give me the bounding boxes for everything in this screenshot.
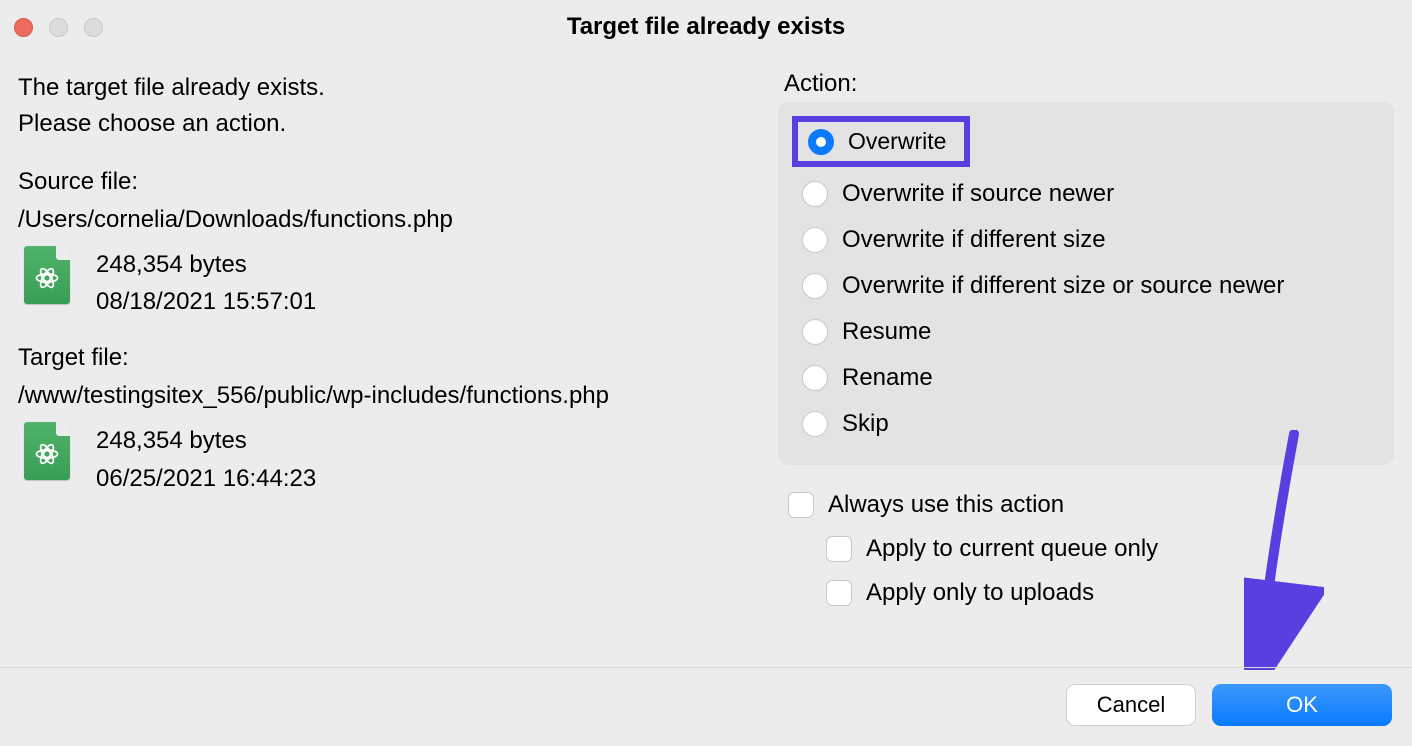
- action-group-label: Action:: [778, 70, 1394, 98]
- cancel-button[interactable]: Cancel: [1066, 684, 1196, 726]
- traffic-lights: [14, 18, 103, 37]
- file-icon: [24, 422, 70, 480]
- window-title: Target file already exists: [0, 13, 1412, 41]
- source-file-label: Source file:: [18, 168, 758, 196]
- message-line-1: The target file already exists.: [18, 70, 758, 106]
- message-line-2: Please choose an action.: [18, 106, 758, 142]
- radio-overwrite-if-different-or-newer-label: Overwrite if different size or source ne…: [842, 272, 1284, 300]
- ok-button[interactable]: OK: [1212, 684, 1392, 726]
- radio-resume[interactable]: [802, 319, 828, 345]
- source-file-meta: 248,354 bytes 08/18/2021 15:57:01: [18, 246, 758, 320]
- action-group: Overwrite Overwrite if source newer Over…: [778, 102, 1394, 465]
- minimize-window-icon: [49, 18, 68, 37]
- titlebar: Target file already exists: [0, 0, 1412, 54]
- radio-overwrite-if-newer[interactable]: [802, 181, 828, 207]
- close-window-icon[interactable]: [14, 18, 33, 37]
- target-file-date: 06/25/2021 16:44:23: [96, 460, 316, 497]
- target-file-label: Target file:: [18, 344, 758, 372]
- checkbox-apply-uploads-only[interactable]: [826, 580, 852, 606]
- radio-skip[interactable]: [802, 411, 828, 437]
- checkbox-group: Always use this action Apply to current …: [778, 483, 1394, 615]
- radio-overwrite[interactable]: [808, 129, 834, 155]
- target-file-meta: 248,354 bytes 06/25/2021 16:44:23: [18, 422, 758, 496]
- source-file-date: 08/18/2021 15:57:01: [96, 283, 316, 320]
- checkbox-apply-uploads-only-label: Apply only to uploads: [866, 579, 1094, 607]
- checkbox-apply-current-queue[interactable]: [826, 536, 852, 562]
- dialog-message: The target file already exists. Please c…: [18, 70, 758, 142]
- dialog-footer: Cancel OK: [0, 667, 1412, 746]
- source-file-path: /Users/cornelia/Downloads/functions.php: [18, 206, 758, 234]
- file-icon: [24, 246, 70, 304]
- radio-rename[interactable]: [802, 365, 828, 391]
- zoom-window-icon: [84, 18, 103, 37]
- radio-overwrite-if-different-size-label: Overwrite if different size: [842, 226, 1106, 254]
- source-file-size: 248,354 bytes: [96, 246, 316, 283]
- target-file-size: 248,354 bytes: [96, 422, 316, 459]
- radio-overwrite-label: Overwrite: [848, 128, 946, 155]
- radio-rename-label: Rename: [842, 364, 933, 392]
- checkbox-apply-current-queue-label: Apply to current queue only: [866, 535, 1158, 563]
- checkbox-always-use[interactable]: [788, 492, 814, 518]
- radio-overwrite-highlight: Overwrite: [792, 116, 970, 167]
- radio-overwrite-if-different-size[interactable]: [802, 227, 828, 253]
- radio-overwrite-if-different-or-newer[interactable]: [802, 273, 828, 299]
- radio-resume-label: Resume: [842, 318, 931, 346]
- checkbox-always-use-label: Always use this action: [828, 491, 1064, 519]
- radio-skip-label: Skip: [842, 410, 889, 438]
- radio-overwrite-if-newer-label: Overwrite if source newer: [842, 180, 1114, 208]
- file-info-panel: The target file already exists. Please c…: [18, 70, 758, 615]
- target-file-path: /www/testingsitex_556/public/wp-includes…: [18, 382, 758, 410]
